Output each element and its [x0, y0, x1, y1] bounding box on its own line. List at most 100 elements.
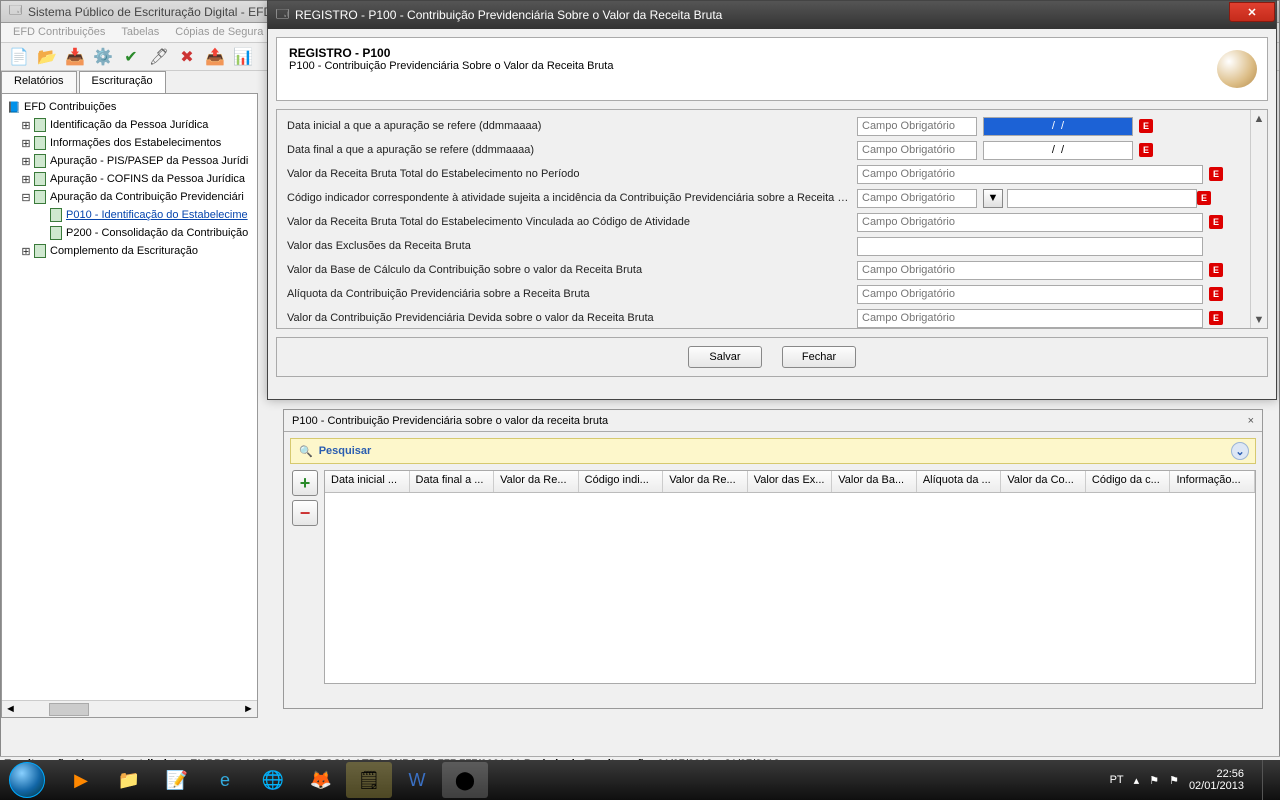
tree-item-complemento[interactable]: ⊞Complemento da Escrituração [6, 242, 253, 260]
tree-sub-p200[interactable]: P200 - Consolidação da Contribuição [6, 224, 253, 242]
show-desktop-button[interactable] [1262, 760, 1272, 800]
tray-clock[interactable]: 22:56 02/01/2013 [1189, 768, 1244, 792]
chevron-down-icon[interactable]: ⌄ [1231, 442, 1249, 460]
close-button[interactable]: Fechar [782, 346, 856, 368]
label-data-inicial: Data inicial a que a apuração se refere … [287, 120, 857, 132]
col-valor-base[interactable]: Valor da Ba... [832, 471, 917, 492]
input-codigo-indicador[interactable] [857, 189, 977, 208]
remove-row-button[interactable]: − [292, 500, 318, 526]
toolbar-delete-icon[interactable]: ✖ [175, 45, 199, 69]
col-data-inicial[interactable]: Data inicial ... [325, 471, 410, 492]
input-valor-base[interactable] [857, 261, 1203, 280]
input-data-inicial-obrig[interactable] [857, 117, 977, 136]
tree-item-pis[interactable]: ⊞Apuração - PIS/PASEP da Pessoa Jurídi [6, 152, 253, 170]
document-icon [34, 136, 46, 150]
toolbar-sign-icon[interactable]: 🖊 [147, 45, 171, 69]
label-data-final: Data final a que a apuração se refere (d… [287, 144, 857, 156]
dialog-title-bar[interactable]: 🗔 REGISTRO - P100 - Contribuição Previde… [268, 1, 1276, 29]
col-data-final[interactable]: Data final a ... [410, 471, 495, 492]
input-valor-receita-vinculada[interactable] [857, 213, 1203, 232]
tree-item-previdenciaria[interactable]: ⊟Apuração da Contribuição Previdenciári [6, 188, 253, 206]
col-informacao[interactable]: Informação... [1170, 471, 1255, 492]
search-bar[interactable]: 🔍 Pesquisar ⌄ [290, 438, 1256, 464]
tree-sub-p010[interactable]: P010 - Identificação do Estabelecime [6, 206, 253, 224]
lower-panel-title: P100 - Contribuição Previdenciária sobre… [292, 415, 608, 427]
error-icon: E [1139, 143, 1153, 157]
tab-escrituracao[interactable]: Escrituração [79, 71, 166, 93]
col-valor-receita-2[interactable]: Valor da Re... [663, 471, 748, 492]
dialog-header: REGISTRO - P100 P100 - Contribuição Prev… [276, 37, 1268, 101]
col-codigo-conta[interactable]: Código da c... [1086, 471, 1171, 492]
taskbar-media-player-icon[interactable]: ▶ [58, 762, 104, 798]
tree-item-id-pj[interactable]: ⊞Identificação da Pessoa Jurídica [6, 116, 253, 134]
label-valor-exclusoes: Valor das Exclusões da Receita Bruta [287, 240, 857, 252]
tree-item-cofins[interactable]: ⊞Apuração - COFINS da Pessoa Jurídica [6, 170, 253, 188]
document-icon [34, 118, 46, 132]
dialog-header-subtitle: P100 - Contribuição Previdenciária Sobre… [289, 60, 613, 72]
taskbar-sped-icon[interactable]: ⬤ [442, 762, 488, 798]
add-row-button[interactable]: + [292, 470, 318, 496]
input-data-inicial[interactable] [983, 117, 1133, 136]
tab-relatorios[interactable]: Relatórios [1, 71, 77, 93]
col-aliquota[interactable]: Alíquota da ... [917, 471, 1002, 492]
taskbar-word-icon[interactable]: W [394, 762, 440, 798]
toolbar-new-icon[interactable]: 📄 [7, 45, 31, 69]
toolbar-report-icon[interactable]: 📊 [231, 45, 255, 69]
col-valor-exclusoes[interactable]: Valor das Ex... [748, 471, 833, 492]
menu-efd[interactable]: EFD Contribuições [7, 25, 111, 40]
taskbar-firefox-icon[interactable]: 🦊 [298, 762, 344, 798]
document-icon [34, 154, 46, 168]
document-icon [34, 172, 46, 186]
save-button[interactable]: Salvar [688, 346, 762, 368]
input-codigo-descricao[interactable] [1007, 189, 1197, 208]
taskbar-notes-icon[interactable]: 🗒 [346, 762, 392, 798]
codigo-dropdown-button[interactable]: ▼ [983, 189, 1003, 208]
taskbar-explorer-icon[interactable]: 📁 [106, 762, 152, 798]
tray-flag-icon[interactable]: ⚑ [1149, 774, 1159, 787]
data-grid[interactable]: Data inicial ... Data final a ... Valor … [324, 470, 1256, 684]
scroll-up-icon[interactable]: ▲ [1251, 110, 1267, 127]
input-valor-contrib-devida[interactable] [857, 309, 1203, 328]
taskbar-ie-icon[interactable]: e [202, 762, 248, 798]
input-valor-exclusoes[interactable] [857, 237, 1203, 256]
tree-root[interactable]: 📘EFD Contribuições [6, 98, 253, 116]
taskbar-chrome-icon[interactable]: 🌐 [250, 762, 296, 798]
col-valor-contrib[interactable]: Valor da Co... [1001, 471, 1086, 492]
taskbar-notepad-icon[interactable]: 📝 [154, 762, 200, 798]
windows-orb-icon [9, 762, 45, 798]
input-aliquota[interactable] [857, 285, 1203, 304]
tray-language[interactable]: PT [1110, 774, 1124, 786]
menu-copias[interactable]: Cópias de Segura [169, 25, 269, 40]
menu-tabelas[interactable]: Tabelas [115, 25, 165, 40]
toolbar-export-icon[interactable]: 📤 [203, 45, 227, 69]
input-data-final-obrig[interactable] [857, 141, 977, 160]
book-icon: 📘 [6, 100, 22, 114]
col-codigo-indicador[interactable]: Código indi... [579, 471, 664, 492]
toolbar-open-icon[interactable]: 📂 [35, 45, 59, 69]
error-icon: E [1139, 119, 1153, 133]
toolbar-import-icon[interactable]: 📥 [63, 45, 87, 69]
error-icon: E [1209, 287, 1223, 301]
label-valor-receita-total: Valor da Receita Bruta Total do Estabele… [287, 168, 857, 180]
tree-hscrollbar[interactable]: ◄► [2, 700, 257, 717]
start-button[interactable] [0, 760, 54, 800]
tray-flag2-icon[interactable]: ⚑ [1169, 774, 1179, 787]
col-valor-receita[interactable]: Valor da Re... [494, 471, 579, 492]
dialog-form: Data inicial a que a apuração se refere … [276, 109, 1268, 329]
toolbar-validate-icon[interactable]: ✔ [119, 45, 143, 69]
input-valor-receita-total[interactable] [857, 165, 1203, 184]
input-data-final[interactable] [983, 141, 1133, 160]
toolbar-settings-icon[interactable]: ⚙️ [91, 45, 115, 69]
label-valor-receita-vinculada: Valor da Receita Bruta Total do Estabele… [287, 216, 857, 228]
form-scrollbar[interactable]: ▲ ▼ [1250, 110, 1267, 328]
dialog-close-button[interactable]: ✕ [1229, 2, 1275, 22]
tree-item-info-estab[interactable]: ⊞Informações dos Estabelecimentos [6, 134, 253, 152]
document-icon [50, 208, 62, 222]
scroll-down-icon[interactable]: ▼ [1251, 311, 1267, 328]
error-icon: E [1209, 167, 1223, 181]
dialog-header-title: REGISTRO - P100 [289, 46, 390, 60]
label-aliquota: Alíquota da Contribuição Previdenciária … [287, 288, 857, 300]
tray-show-hidden-icon[interactable]: ▴ [1134, 774, 1140, 787]
lower-close-icon[interactable]: × [1248, 415, 1254, 427]
label-valor-contrib-devida: Valor da Contribuição Previdenciária Dev… [287, 312, 857, 324]
